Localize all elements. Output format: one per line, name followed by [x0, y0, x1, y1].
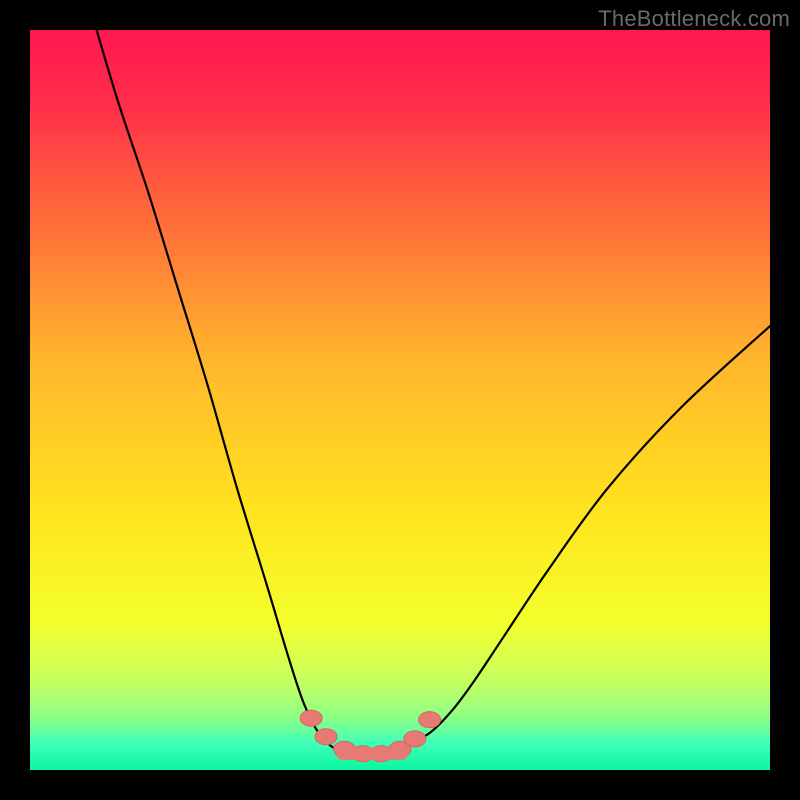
trough-marker: [404, 731, 426, 747]
watermark-text: TheBottleneck.com: [598, 6, 790, 32]
trough-bar: [337, 748, 409, 760]
gradient-background: [30, 30, 770, 770]
trough-marker: [419, 712, 441, 728]
chart-outer-frame: TheBottleneck.com: [0, 0, 800, 800]
trough-marker: [300, 710, 322, 726]
plot-area: [30, 30, 770, 770]
trough-marker: [315, 729, 337, 745]
chart-svg: [30, 30, 770, 770]
